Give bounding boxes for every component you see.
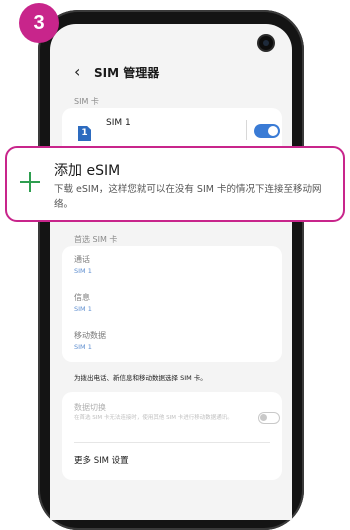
- back-arrow-icon[interactable]: ‹: [74, 62, 80, 82]
- mobile-data-value: SIM 1: [74, 343, 92, 351]
- data-switch-card: 数据切换 在首选 SIM 卡无法连接时，使用其他 SIM 卡进行移动数据通讯。 …: [62, 392, 282, 480]
- page-title: SIM 管理器: [94, 66, 160, 80]
- sim1-toggle[interactable]: [254, 124, 280, 138]
- app-bar: ‹ SIM 管理器: [50, 62, 292, 86]
- mobile-data-title: 移动数据: [74, 331, 106, 340]
- add-esim-callout[interactable]: 添加 eSIM 下载 eSIM，这样您就可以在没有 SIM 卡的情况下连接至移动…: [5, 146, 345, 222]
- more-sim-settings-item[interactable]: 更多 SIM 设置: [74, 454, 129, 466]
- plus-icon: [20, 172, 40, 192]
- data-switch-description: 在首选 SIM 卡无法连接时，使用其他 SIM 卡进行移动数据通讯。: [74, 415, 233, 421]
- data-switch-toggle[interactable]: [258, 412, 280, 424]
- step-badge: 3: [19, 3, 59, 43]
- add-esim-title: 添加 eSIM: [54, 163, 121, 179]
- calls-title: 通话: [74, 255, 90, 264]
- preferred-messages-item[interactable]: 信息 SIM 1: [74, 292, 92, 313]
- divider: [246, 120, 247, 140]
- divider: [74, 442, 270, 443]
- calls-value: SIM 1: [74, 267, 92, 275]
- preferred-section-label: 首选 SIM 卡: [74, 235, 118, 244]
- phone-screen: ‹ SIM 管理器 SIM 卡 1 SIM 1 首选 SIM 卡 通话 SIM …: [50, 24, 292, 520]
- sim1-label: SIM 1: [106, 118, 131, 128]
- messages-title: 信息: [74, 293, 90, 302]
- data-switch-title[interactable]: 数据切换: [74, 402, 106, 413]
- sim-card-icon: 1: [78, 126, 91, 141]
- sim-section-label: SIM 卡: [74, 97, 99, 106]
- messages-value: SIM 1: [74, 305, 92, 313]
- preferred-note: 为拨出电话、新信息和移动数据选择 SIM 卡。: [74, 374, 207, 382]
- front-camera: [259, 36, 273, 50]
- preferred-mobile-data-item[interactable]: 移动数据 SIM 1: [74, 330, 106, 351]
- add-esim-description: 下载 eSIM，这样您就可以在没有 SIM 卡的情况下连接至移动网络。: [54, 184, 322, 210]
- preferred-calls-item[interactable]: 通话 SIM 1: [74, 254, 92, 275]
- preferred-sim-card: 通话 SIM 1 信息 SIM 1 移动数据 SIM 1: [62, 246, 282, 362]
